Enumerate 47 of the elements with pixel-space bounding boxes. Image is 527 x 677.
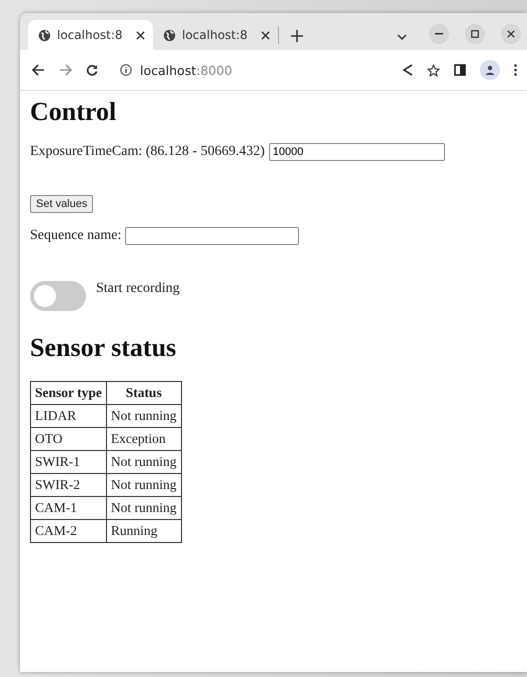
field-label: Sequence name: <box>30 228 122 244</box>
field-label: ExposureTimeCam: (86.128 - 50669.432) <box>30 144 265 160</box>
back-icon[interactable] <box>32 64 45 76</box>
chevron-down-icon[interactable] <box>397 34 407 41</box>
star-icon[interactable] <box>427 64 440 76</box>
side-panel-icon[interactable] <box>454 64 466 76</box>
close-icon[interactable] <box>501 24 521 44</box>
table-cell: Not running <box>106 450 182 474</box>
table-cell: CAM-1 <box>30 496 106 520</box>
table-cell: SWIR-1 <box>30 450 106 474</box>
table-header: Sensor type <box>30 382 106 404</box>
section-heading: Sensor status <box>30 333 176 363</box>
reload-icon[interactable] <box>86 64 98 76</box>
profile-icon[interactable] <box>480 60 500 80</box>
tab-title: localhost:8 <box>57 28 124 42</box>
table-cell: LIDAR <box>30 404 106 428</box>
minimize-icon[interactable] <box>429 24 449 44</box>
set-values-button[interactable]: Set values <box>30 195 94 213</box>
input-field[interactable]: 10000 <box>268 143 445 161</box>
page-heading: Control <box>30 97 116 127</box>
forward-icon[interactable] <box>59 64 72 76</box>
table-cell: SWIR-2 <box>30 474 106 496</box>
close-icon[interactable] <box>261 30 270 40</box>
table-cell: Running <box>106 520 182 542</box>
menu-icon[interactable] <box>514 64 517 76</box>
toggle-label: Start recording <box>96 281 180 297</box>
maximize-icon[interactable] <box>465 24 485 44</box>
close-icon[interactable] <box>136 30 145 40</box>
new-tab-icon[interactable] <box>291 30 303 42</box>
table-cell: CAM-2 <box>30 520 106 542</box>
share-icon[interactable] <box>402 64 413 76</box>
globe-icon <box>38 28 51 42</box>
info-icon[interactable] <box>120 64 132 76</box>
table-header: Status <box>106 382 182 404</box>
browser-tab[interactable]: localhost:8 <box>153 20 278 50</box>
globe-icon <box>163 28 176 42</box>
table-cell: OTO <box>30 428 106 450</box>
table-cell: Not running <box>106 404 182 428</box>
table-cell: Not running <box>106 474 182 496</box>
table-cell: Exception <box>106 428 182 450</box>
address-port[interactable]: :8000 <box>196 62 232 78</box>
toggle-switch[interactable] <box>30 281 86 311</box>
input-field[interactable] <box>125 227 300 245</box>
browser-tab[interactable]: localhost:8 <box>28 20 153 50</box>
tab-title: localhost:8 <box>182 28 249 42</box>
address-host[interactable]: localhost <box>140 62 196 78</box>
table-cell: Not running <box>106 496 182 520</box>
